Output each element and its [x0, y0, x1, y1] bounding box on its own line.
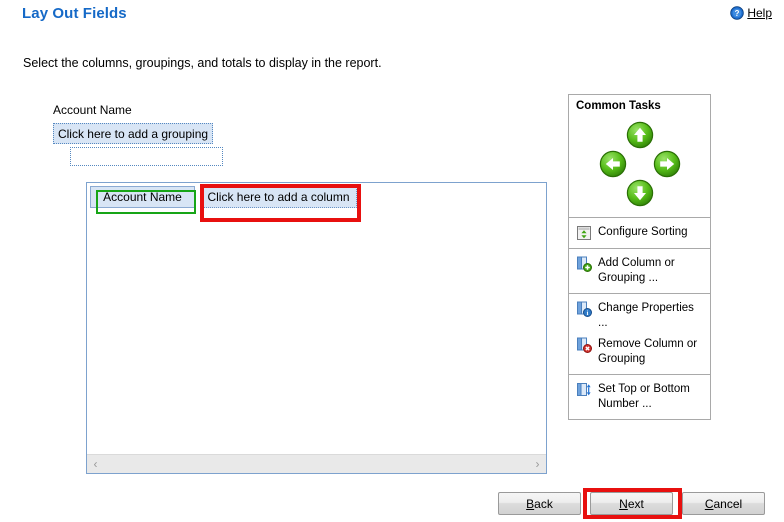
add-column-dropzone[interactable]: Click here to add a column [200, 186, 357, 208]
task-label: Remove Column or Grouping [598, 338, 698, 365]
grouping-detail-dropzone[interactable] [70, 147, 223, 166]
task-group-sorting: Configure Sorting [568, 218, 711, 249]
svg-text:?: ? [735, 9, 740, 18]
column-header-row: Account Name Click here to add a column [90, 186, 357, 208]
common-tasks-panel: Common Tasks Configure Sorting Add Colum… [568, 94, 711, 420]
top-bottom-icon [576, 382, 592, 398]
cancel-accel: C [704, 496, 714, 511]
move-left-button[interactable] [599, 150, 627, 178]
move-right-button[interactable] [653, 150, 681, 178]
next-accel: N [619, 496, 628, 511]
task-label: Add Column or Grouping ... [598, 257, 675, 284]
report-layout-designer[interactable]: Account Name Click here to add a column … [86, 182, 547, 474]
move-buttons-pad [569, 121, 710, 215]
next-button[interactable]: Next [590, 492, 673, 515]
remove-column-icon [576, 337, 592, 353]
column-cell-account-name[interactable]: Account Name [90, 186, 195, 208]
help-label: Help [747, 6, 772, 20]
sort-icon [576, 225, 592, 241]
task-group-add: Add Column or Grouping ... [568, 249, 711, 294]
next-label-rest: ext [627, 496, 644, 511]
back-button[interactable]: Back [498, 492, 581, 515]
back-accel: B [526, 496, 535, 511]
svg-text:i: i [587, 310, 589, 317]
column-cell-label: Account Name [103, 190, 182, 204]
task-group-modify: i Change Properties ... Remove Column or… [568, 294, 711, 375]
grouping-field-label: Account Name [53, 103, 132, 117]
move-down-button[interactable] [626, 179, 654, 207]
task-add-column-or-grouping[interactable]: Add Column or Grouping ... [569, 253, 710, 289]
common-tasks-title: Common Tasks [576, 100, 661, 112]
cancel-button[interactable]: Cancel [682, 492, 765, 515]
add-grouping-dropzone[interactable]: Click here to add a grouping [53, 123, 213, 144]
designer-canvas: Account Name Click here to add a column [87, 183, 546, 453]
task-change-properties[interactable]: i Change Properties ... [569, 298, 710, 334]
properties-icon: i [576, 301, 592, 317]
task-label: Configure Sorting [598, 226, 688, 238]
add-grouping-label: Click here to add a grouping [57, 126, 209, 141]
cancel-label-rest: ancel [713, 496, 743, 511]
task-group-topbottom: Set Top or Bottom Number ... [568, 375, 711, 420]
page-subtitle: Select the columns, groupings, and total… [23, 56, 382, 70]
help-circle-icon: ? [730, 6, 745, 20]
task-configure-sorting[interactable]: Configure Sorting [569, 222, 710, 244]
scroll-left-icon[interactable]: ‹ [87, 456, 104, 473]
help-link[interactable]: ? Help [730, 6, 772, 20]
task-set-top-or-bottom-number[interactable]: Set Top or Bottom Number ... [569, 379, 710, 415]
task-remove-column-or-grouping[interactable]: Remove Column or Grouping [569, 334, 710, 370]
add-column-icon [576, 256, 592, 272]
wizard-footer: Back Next Cancel [0, 492, 784, 518]
back-label-rest: ack [534, 496, 553, 511]
task-label: Set Top or Bottom Number ... [598, 383, 690, 410]
common-tasks-header-block: Common Tasks [568, 94, 711, 218]
add-column-label: Click here to add a column [207, 190, 350, 204]
page-title: Lay Out Fields [22, 5, 127, 22]
move-up-button[interactable] [626, 121, 654, 149]
task-label: Change Properties ... [598, 302, 694, 329]
horizontal-scrollbar[interactable]: ‹ › [87, 454, 546, 473]
scroll-right-icon[interactable]: › [529, 456, 546, 473]
